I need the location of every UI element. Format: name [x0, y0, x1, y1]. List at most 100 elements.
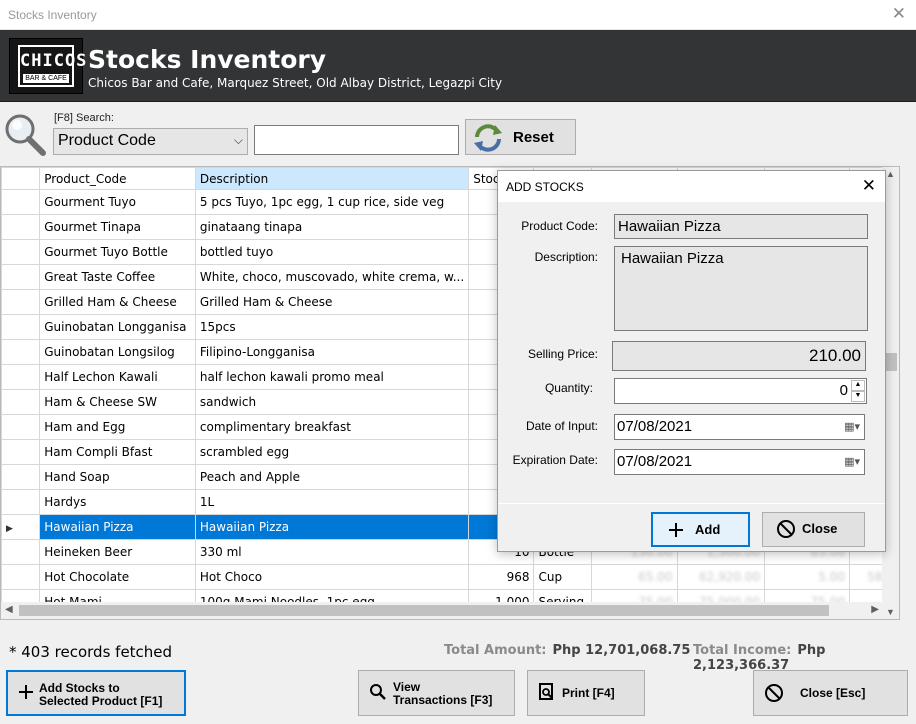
cell-description[interactable]: half lechon kawali promo meal: [194, 364, 470, 390]
quantity-stepper[interactable]: 0 ▲ ▼: [614, 378, 867, 404]
scroll-right-icon[interactable]: ▶: [871, 604, 879, 615]
cell-stock[interactable]: 968: [468, 564, 535, 590]
add-stocks-line1: Add Stocks to: [39, 681, 120, 695]
cell-description[interactable]: bottled tuyo: [194, 239, 470, 265]
column-header-product-code[interactable]: Product_Code: [39, 167, 196, 190]
date-input-label: Date of Input:: [525, 419, 598, 433]
cell-description[interactable]: Peach and Apple: [194, 464, 470, 490]
table-row[interactable]: Hot Chocolate Hot Choco 968 Cup 65.00 62,920.…: [1, 564, 899, 590]
row-header[interactable]: [1, 489, 41, 515]
calendar-icon[interactable]: ▦▾: [844, 420, 860, 433]
calendar-icon[interactable]: ▦▾: [844, 455, 860, 468]
cell-description[interactable]: White, choco, muscovado, white crema, w.…: [194, 264, 470, 290]
expiration-label: Expiration Date:: [512, 453, 598, 467]
cell-description[interactable]: 5 pcs Tuyo, 1pc egg, 1 cup rice, side ve…: [194, 189, 470, 215]
cell-value[interactable]: 62,920.00: [676, 564, 766, 590]
cell-product-code[interactable]: Heineken Beer: [39, 539, 196, 565]
row-header[interactable]: [1, 414, 41, 440]
dialog-close-button[interactable]: Close: [762, 512, 865, 547]
reset-label: Reset: [513, 129, 554, 146]
horizontal-scroll-thumb[interactable]: [19, 605, 829, 616]
cell-product-code[interactable]: Grilled Ham & Cheese: [39, 289, 196, 315]
cell-value[interactable]: 5.00: [764, 564, 850, 590]
row-header[interactable]: [1, 189, 41, 215]
cell-product-code[interactable]: Hot Chocolate: [39, 564, 196, 590]
column-header-description[interactable]: Description: [194, 167, 470, 190]
cell-product-code[interactable]: Guinobatan Longganisa: [39, 314, 196, 340]
add-stocks-button[interactable]: Add Stocks to Selected Product [F1]: [6, 670, 186, 716]
row-header[interactable]: [1, 314, 41, 340]
page-subtitle: Chicos Bar and Cafe, Marquez Street, Old…: [88, 76, 503, 90]
print-button[interactable]: Print [F4]: [527, 670, 645, 716]
cell-product-code[interactable]: Ham & Cheese SW: [39, 389, 196, 415]
cell-product-code[interactable]: Ham and Egg: [39, 414, 196, 440]
search-field-select[interactable]: Product Code ⌵: [53, 128, 248, 155]
selling-price-label: Selling Price:: [527, 347, 598, 361]
row-header[interactable]: [1, 564, 41, 590]
dialog-close-icon[interactable]: ✕: [862, 176, 876, 196]
expiration-date-picker[interactable]: 07/08/2021 ▦▾: [614, 449, 865, 475]
row-header[interactable]: [1, 264, 41, 290]
scroll-up-icon[interactable]: ▲: [886, 169, 895, 179]
search-icon: [370, 684, 386, 700]
view-transactions-button[interactable]: View Transactions [F3]: [358, 670, 515, 716]
row-header[interactable]: [1, 439, 41, 465]
search-input[interactable]: [254, 125, 459, 155]
scroll-down-icon[interactable]: ▼: [886, 607, 895, 617]
cell-product-code[interactable]: Hardys: [39, 489, 196, 515]
cell-product-code[interactable]: Gourmet Tinapa: [39, 214, 196, 240]
total-income-label: Total Income:: [693, 643, 792, 658]
add-stocks-line2: Selected Product [F1]: [39, 694, 163, 708]
cell-description[interactable]: sandwich: [194, 389, 470, 415]
cell-description[interactable]: Grilled Ham & Cheese: [194, 289, 470, 315]
cell-product-code[interactable]: Hawaiian Pizza: [39, 514, 196, 540]
cell-unit[interactable]: Cup: [533, 564, 593, 590]
row-header[interactable]: [1, 389, 41, 415]
cell-product-code[interactable]: Gourmet Tuyo Bottle: [39, 239, 196, 265]
add-label: Add: [695, 522, 721, 537]
cell-description[interactable]: Hawaiian Pizza: [194, 514, 470, 540]
stepper-down-icon[interactable]: ▼: [851, 391, 865, 402]
cell-description[interactable]: scrambled egg: [194, 439, 470, 465]
cell-product-code[interactable]: Half Lechon Kawali: [39, 364, 196, 390]
date-input-value: 07/08/2021: [617, 418, 693, 435]
cell-value[interactable]: 65.00: [591, 564, 678, 590]
cell-description[interactable]: complimentary breakfast: [194, 414, 470, 440]
dialog-close-label: Close: [802, 521, 838, 536]
add-button[interactable]: Add: [651, 512, 750, 547]
cell-description[interactable]: Hot Choco: [194, 564, 470, 590]
row-header-corner: [1, 167, 41, 190]
product-code-label: Product Code:: [521, 219, 598, 233]
cell-description[interactable]: 330 ml: [194, 539, 470, 565]
cell-product-code[interactable]: Gourment Tuyo: [39, 189, 196, 215]
cancel-icon: [777, 520, 795, 538]
cell-description[interactable]: 15pcs: [194, 314, 470, 340]
quantity-value: 0: [839, 382, 848, 399]
cell-product-code[interactable]: Ham Compli Bfast: [39, 439, 196, 465]
row-header[interactable]: [1, 339, 41, 365]
cell-description[interactable]: 1L: [194, 489, 470, 515]
brand-logo: CHICOS BAR & CAFE: [9, 38, 86, 94]
plus-icon: [669, 523, 683, 537]
row-header[interactable]: [1, 364, 41, 390]
close-button[interactable]: Close [Esc]: [753, 670, 908, 716]
cell-product-code[interactable]: Great Taste Coffee: [39, 264, 196, 290]
row-header[interactable]: [1, 239, 41, 265]
date-input-picker[interactable]: 07/08/2021 ▦▾: [614, 414, 865, 440]
cell-description[interactable]: ginataang tinapa: [194, 214, 470, 240]
cell-product-code[interactable]: Hand Soap: [39, 464, 196, 490]
quantity-label: Quantity:: [544, 381, 593, 395]
row-header[interactable]: [1, 464, 41, 490]
row-header[interactable]: [1, 214, 41, 240]
window-close-icon[interactable]: ✕: [892, 4, 906, 24]
row-header[interactable]: [1, 289, 41, 315]
cell-description[interactable]: Filipino-Longganisa: [194, 339, 470, 365]
stepper-up-icon[interactable]: ▲: [851, 380, 865, 391]
scroll-left-icon[interactable]: ◀: [5, 604, 13, 615]
reset-button[interactable]: Reset: [465, 119, 576, 155]
horizontal-scrollbar[interactable]: ◀ ▶: [1, 602, 883, 619]
cell-product-code[interactable]: Guinobatan Longsilog: [39, 339, 196, 365]
row-header[interactable]: [1, 539, 41, 565]
row-header[interactable]: ▶: [1, 514, 41, 540]
selling-price-field: 210.00: [612, 341, 866, 371]
